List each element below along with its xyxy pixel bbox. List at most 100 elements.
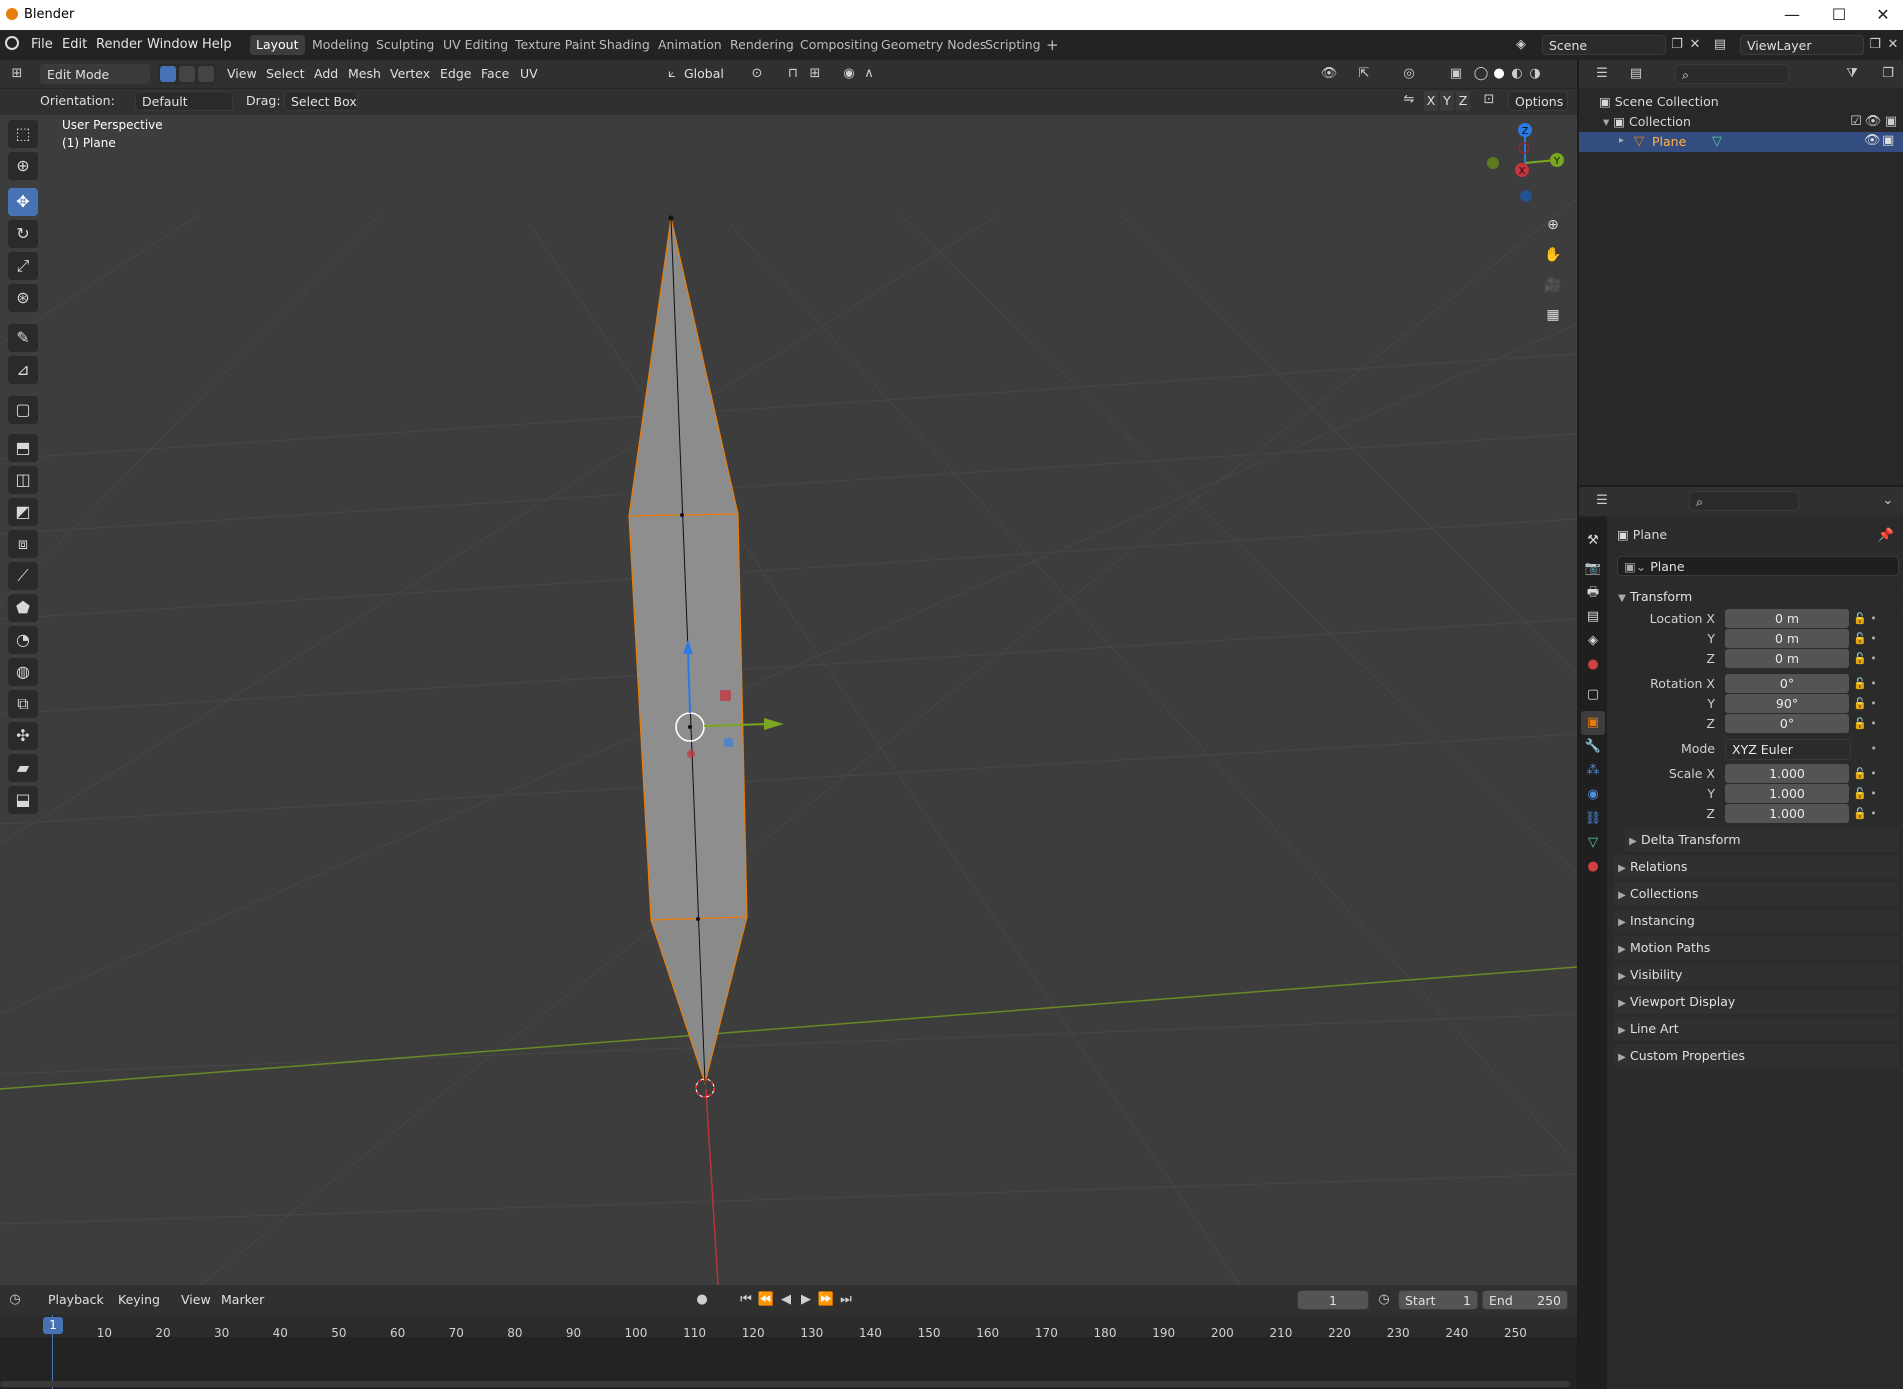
new-scene-icon[interactable]: ❐ — [1668, 36, 1686, 54]
delete-view-layer-icon[interactable]: ✕ — [1884, 36, 1902, 54]
menu-edit[interactable]: Edit — [62, 37, 87, 52]
mirror-x-toggle[interactable]: X — [1424, 91, 1438, 111]
tab-compositing[interactable]: Compositing — [794, 35, 884, 55]
tab-texture-paint[interactable]: Texture Paint — [509, 35, 602, 55]
collections-panel[interactable]: ▶ Collections — [1614, 882, 1899, 906]
proportional-edit-icon[interactable]: ◉ — [840, 65, 858, 83]
rotate-tool-icon[interactable]: ↻ — [8, 220, 38, 248]
expand-arrow-icon[interactable]: ▸ — [1619, 135, 1624, 146]
new-view-layer-icon[interactable]: ❐ — [1866, 36, 1884, 54]
tab-shading[interactable]: Shading — [593, 35, 656, 55]
shear-tool-icon[interactable]: ▰ — [8, 754, 38, 782]
tab-layout[interactable]: Layout — [250, 35, 305, 55]
rotation-x-field[interactable]: 0° — [1725, 674, 1849, 693]
rotation-z-field[interactable]: 0° — [1725, 714, 1849, 733]
camera-view-icon[interactable]: 🎥 — [1540, 272, 1566, 298]
scale-x-field[interactable]: 1.000 — [1725, 764, 1849, 783]
scene-selector[interactable]: Scene — [1542, 35, 1666, 55]
timeline-scrollbar[interactable] — [0, 1381, 1570, 1387]
menu-view[interactable]: View — [227, 64, 257, 84]
jump-end-icon[interactable]: ⏭ — [837, 1291, 855, 1309]
menu-view[interactable]: View — [181, 1290, 211, 1310]
mirror-y-toggle[interactable]: Y — [1440, 91, 1454, 111]
preview-range-icon[interactable]: ◷ — [1375, 1291, 1393, 1309]
filter-icon[interactable]: ⧩ — [1843, 65, 1861, 83]
wireframe-shading-icon[interactable]: ◯ — [1472, 65, 1490, 83]
custom-properties-panel[interactable]: ▶ Custom Properties — [1614, 1044, 1899, 1068]
mesh-middle-face[interactable] — [628, 513, 748, 921]
auto-keying-icon[interactable]: ● — [693, 1291, 711, 1309]
gizmo-x-handle[interactable] — [687, 750, 695, 758]
rendered-shading-icon[interactable]: ◑ — [1526, 65, 1544, 83]
scene-icon[interactable]: ◈ — [1512, 36, 1530, 54]
pin-icon[interactable]: 📌 — [1877, 527, 1895, 545]
visibility-panel[interactable]: ▶ Visibility — [1614, 963, 1899, 987]
shrink-fatten-tool-icon[interactable]: ✣ — [8, 722, 38, 750]
transform-orientation-selector[interactable]: Global — [684, 64, 724, 84]
scale-tool-icon[interactable]: ⤢ — [8, 252, 38, 280]
vertex-select-icon[interactable] — [160, 66, 176, 82]
output-tab-icon[interactable]: 🖶 — [1581, 581, 1605, 605]
view-layer-tab-icon[interactable]: ▤ — [1581, 605, 1605, 629]
add-workspace-button[interactable]: + — [1040, 35, 1065, 55]
physics-tab-icon[interactable]: ◉ — [1581, 783, 1605, 807]
rip-region-tool-icon[interactable]: ⬓ — [8, 786, 38, 814]
outliner-search-input[interactable]: ⌕ — [1675, 64, 1789, 84]
measure-tool-icon[interactable]: ⊿ — [8, 356, 38, 384]
bevel-tool-icon[interactable]: ◩ — [8, 498, 38, 526]
new-collection-icon[interactable]: ❐ — [1879, 65, 1897, 83]
tab-geometry-nodes[interactable]: Geometry Nodes — [875, 35, 992, 55]
gizmo-yz-plane[interactable] — [724, 738, 733, 747]
menu-face[interactable]: Face — [481, 64, 509, 84]
display-mode-icon[interactable]: ▤ — [1627, 65, 1645, 83]
play-reverse-icon[interactable]: ◀ — [777, 1291, 795, 1309]
gizmo-xz-plane[interactable] — [720, 690, 731, 701]
lock-icons[interactable]: 🔓 • 🔓 • 🔓 • 🔓 • 🔓 • 🔓 • • 🔓 • 🔓 • 🔓 • — [1853, 609, 1885, 824]
falloff-icon[interactable]: ∧ — [860, 65, 878, 83]
knife-tool-icon[interactable]: ⟋ — [8, 562, 38, 590]
edge-select-icon[interactable] — [179, 66, 195, 82]
delete-scene-icon[interactable]: ✕ — [1686, 36, 1704, 54]
tool-tab-icon[interactable]: ⚒ — [1581, 529, 1605, 553]
tab-uv-editing[interactable]: UV Editing — [437, 35, 514, 55]
material-shading-icon[interactable]: ◐ — [1508, 65, 1526, 83]
poly-build-tool-icon[interactable]: ⬟ — [8, 594, 38, 622]
modifier-tab-icon[interactable]: 🔧 — [1581, 735, 1605, 759]
extrude-tool-icon[interactable]: ⬒ — [8, 434, 38, 462]
scale-z-field[interactable]: 1.000 — [1725, 804, 1849, 823]
material-tab-icon[interactable]: ● — [1581, 855, 1605, 879]
end-frame-field[interactable]: End 250 — [1482, 1290, 1568, 1310]
menu-help[interactable]: Help — [202, 37, 232, 52]
mode-selector[interactable]: Edit Mode — [40, 64, 150, 84]
scene-tab-icon[interactable]: ◈ — [1581, 629, 1605, 653]
editor-type-icon[interactable]: ⊞ — [8, 65, 26, 83]
snap-icon[interactable]: ⊓ — [784, 65, 802, 83]
collection-render-icon[interactable]: ▣ — [1882, 113, 1900, 131]
minimize-button[interactable]: — — [1782, 5, 1802, 25]
inset-tool-icon[interactable]: ◫ — [8, 466, 38, 494]
edge-slide-tool-icon[interactable]: ⧉ — [8, 690, 38, 718]
outliner-row-collection[interactable]: ▾ ▣ Collection — [1603, 114, 1691, 129]
motion-paths-panel[interactable]: ▶ Motion Paths — [1614, 936, 1899, 960]
transform-panel-header[interactable]: ▼ Transform — [1614, 585, 1899, 609]
view-layer-selector[interactable]: ViewLayer — [1740, 35, 1864, 55]
data-tab-icon[interactable]: ▽ — [1581, 831, 1605, 855]
menu-playback[interactable]: Playback — [48, 1290, 104, 1310]
face-select-icon[interactable] — [198, 66, 214, 82]
menu-uv[interactable]: UV — [520, 64, 538, 84]
rotation-mode-selector[interactable]: XYZ Euler — [1725, 739, 1851, 760]
properties-options-icon[interactable]: ⌄ — [1879, 492, 1897, 510]
play-icon[interactable]: ▶ — [797, 1291, 815, 1309]
annotate-tool-icon[interactable]: ✎ — [8, 324, 38, 352]
jump-keyframe-back-icon[interactable]: ⏪ — [757, 1291, 775, 1309]
pivot-point-icon[interactable]: ⊙ — [748, 65, 766, 83]
playhead[interactable]: 1 — [43, 1317, 63, 1334]
object-tab-icon[interactable]: ▣ — [1581, 711, 1605, 735]
overlays-icon[interactable]: ◎ — [1400, 65, 1418, 83]
exclude-checkbox-icon[interactable]: ☑ — [1847, 113, 1865, 131]
relations-panel[interactable]: ▶ Relations — [1614, 855, 1899, 879]
mirror-icon[interactable]: ⇋ — [1400, 91, 1418, 109]
menu-keying[interactable]: Keying — [118, 1290, 160, 1310]
menu-edge[interactable]: Edge — [440, 64, 471, 84]
menu-file[interactable]: File — [31, 37, 53, 52]
